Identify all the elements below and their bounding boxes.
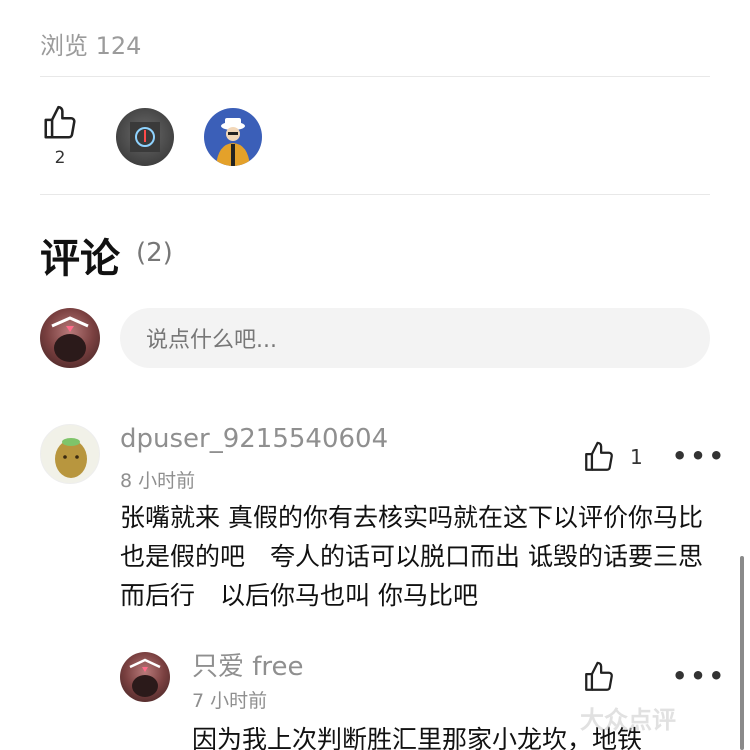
thumbs-up-icon [44,105,76,139]
scrollbar[interactable] [740,556,744,750]
comments-count: (2) [136,238,173,268]
comment-time: 7 小时前 [192,690,268,712]
avatar [40,308,100,368]
watermark: 大众点评 [580,706,676,734]
comment-like-button[interactable] [582,660,616,694]
divider [40,76,710,77]
avatar[interactable] [120,652,170,702]
avatar[interactable] [40,424,100,484]
comment-like-count: 1 [630,445,643,469]
thumbs-up-icon [585,661,613,691]
like-count: 2 [54,148,66,168]
more-icon[interactable]: ••• [672,662,727,690]
view-count: 浏览 124 [40,32,142,60]
comment-input[interactable]: 说点什么吧... [120,308,710,368]
liker-avatar[interactable] [116,108,174,166]
comment-time: 8 小时前 [120,470,196,492]
comment-author[interactable]: 只爱 free [192,646,304,683]
comments-title: 评论 [40,236,120,282]
liker-avatar[interactable] [204,108,262,166]
more-icon[interactable]: ••• [672,442,727,470]
like-button[interactable]: 2 [40,104,80,168]
comment-like-button[interactable]: 1 [582,440,643,474]
comment-author[interactable]: dpuser_9215540604 [120,424,388,454]
comment-body: 张嘴就来 真假的你有去核实吗就在这下以评价你马比也是假的吧 夸人的话可以脱口而出… [120,503,703,610]
thumbs-up-icon [585,441,613,471]
divider [40,194,710,195]
